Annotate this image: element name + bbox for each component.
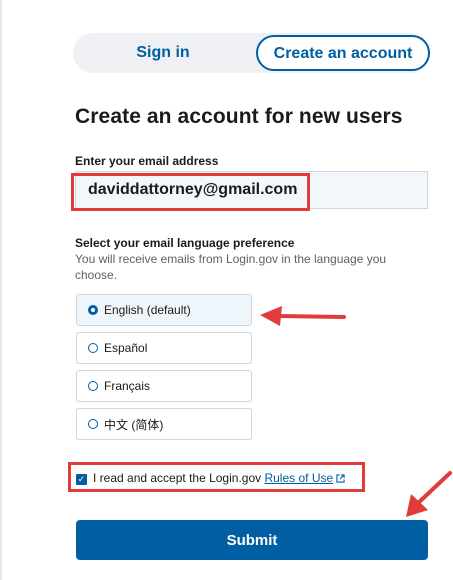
radio-unselected-icon	[88, 343, 98, 353]
red-arrow-icon	[406, 471, 452, 517]
rules-of-use-link[interactable]: Rules of Use	[264, 471, 333, 485]
radio-espanol[interactable]: Español	[76, 332, 252, 364]
external-link-icon	[336, 474, 345, 483]
email-field[interactable]	[75, 171, 428, 209]
tab-create-account[interactable]: Create an account	[256, 35, 430, 71]
page-left-border	[0, 0, 2, 580]
email-label: Enter your email address	[75, 154, 219, 168]
radio-label: Español	[104, 341, 148, 355]
radio-unselected-icon	[88, 381, 98, 391]
radio-label: English (default)	[104, 303, 191, 317]
submit-button[interactable]: Submit	[76, 520, 428, 560]
language-hint: You will receive emails from Login.gov i…	[75, 252, 387, 282]
page-title: Create an account for new users	[75, 105, 403, 128]
radio-label: 中文 (简体)	[104, 417, 164, 432]
language-label: Select your email language preference	[75, 236, 295, 250]
radio-label: Français	[104, 379, 151, 393]
radio-chinese[interactable]: 中文 (简体)	[76, 408, 252, 440]
terms-checkbox[interactable]: ✓	[76, 474, 87, 485]
auth-tabs: Sign in Create an account	[73, 33, 430, 73]
radio-english[interactable]: English (default)	[76, 294, 252, 326]
radio-selected-icon	[88, 305, 98, 315]
radio-unselected-icon	[88, 419, 98, 429]
terms-prefix: I read and accept the Login.gov	[93, 471, 265, 485]
terms-text: I read and accept the Login.gov Rules of…	[93, 471, 345, 485]
radio-francais[interactable]: Français	[76, 370, 252, 402]
red-arrow-icon	[260, 306, 346, 326]
tab-sign-in[interactable]: Sign in	[73, 33, 253, 73]
